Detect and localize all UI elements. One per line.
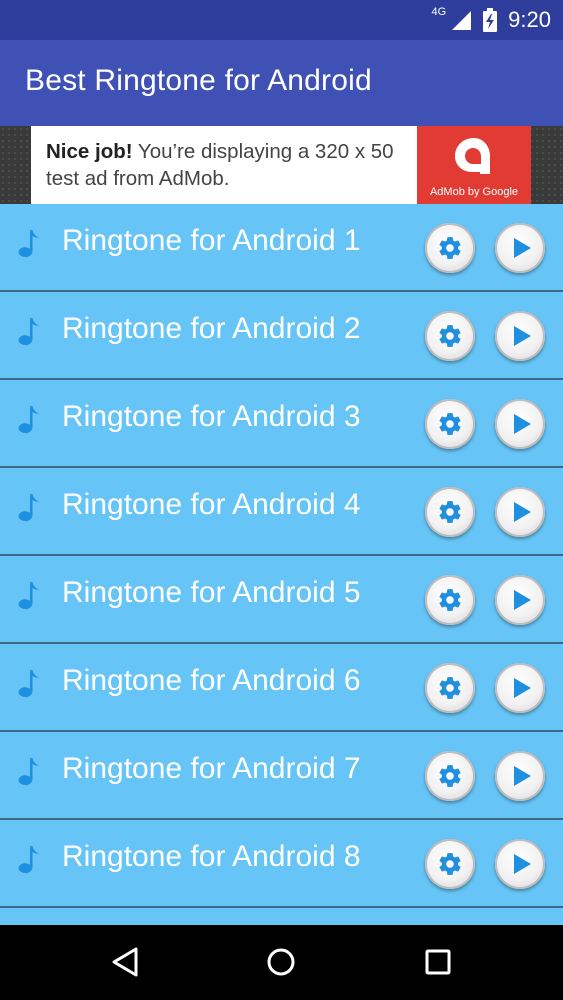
play-button[interactable] [495,575,545,625]
music-note-icon [16,492,42,522]
list-item[interactable]: Ringtone for Android 3 [0,380,563,468]
music-note-icon [16,756,42,786]
ringtone-list: Ringtone for Android 1 Ringtone for Andr… [0,204,563,996]
ringtone-label: Ringtone for Android 1 [62,224,361,257]
ringtone-label: Ringtone for Android 4 [62,488,361,521]
home-icon[interactable] [263,944,299,980]
app-bar: Best Ringtone for Android [0,40,563,126]
list-item[interactable]: Ringtone for Android 1 [0,204,563,292]
play-icon [514,590,531,610]
status-bar: 4G 9:20 [0,0,563,40]
settings-button[interactable] [425,487,475,537]
gear-icon [439,765,461,787]
admob-caption: AdMob by Google [429,186,519,198]
music-note-icon [16,844,42,874]
settings-button[interactable] [425,311,475,361]
ringtone-label: Ringtone for Android 5 [62,576,361,609]
gear-icon [439,325,461,347]
play-button[interactable] [495,663,545,713]
settings-button[interactable] [425,751,475,801]
gear-icon [439,853,461,875]
navigation-bar [0,925,563,1000]
list-item[interactable]: Ringtone for Android 7 [0,732,563,820]
gear-icon [439,589,461,611]
list-item[interactable]: Ringtone for Android 6 [0,644,563,732]
play-button[interactable] [495,399,545,449]
list-item[interactable]: Ringtone for Android 5 [0,556,563,644]
ad-text: Nice job! You’re displaying a 320 x 50 t… [46,138,416,192]
back-icon[interactable] [108,944,144,980]
play-icon [514,678,531,698]
status-indicators: 4G 9:20 [431,0,551,40]
play-icon [514,238,531,258]
play-button[interactable] [495,751,545,801]
signal-icon [452,11,472,30]
ad-headline: Nice job! [46,140,133,163]
gear-icon [439,677,461,699]
list-item[interactable]: Ringtone for Android 8 [0,820,563,908]
play-button[interactable] [495,487,545,537]
settings-button[interactable] [425,663,475,713]
gear-icon [439,413,461,435]
music-note-icon [16,668,42,698]
music-note-icon [16,580,42,610]
ringtone-label: Ringtone for Android 3 [62,400,361,433]
play-icon [514,502,531,522]
settings-button[interactable] [425,399,475,449]
ad-banner[interactable]: Nice job! You’re displaying a 320 x 50 t… [31,126,531,204]
play-button[interactable] [495,839,545,889]
settings-button[interactable] [425,575,475,625]
play-button[interactable] [495,223,545,273]
page-title: Best Ringtone for Android [25,64,372,97]
gear-icon [439,237,461,259]
network-type: 4G [431,6,447,18]
list-item[interactable]: Ringtone for Android 4 [0,468,563,556]
ringtone-label: Ringtone for Android 8 [62,840,361,873]
play-icon [514,766,531,786]
music-note-icon [16,228,42,258]
ringtone-label: Ringtone for Android 7 [62,752,361,785]
play-icon [514,414,531,434]
admob-logo: AdMob by Google [417,126,531,204]
ad-container: Nice job! You’re displaying a 320 x 50 t… [0,126,563,204]
music-note-icon [16,404,42,434]
settings-button[interactable] [425,223,475,273]
music-note-icon [16,316,42,346]
settings-button[interactable] [425,839,475,889]
recents-icon[interactable] [420,944,456,980]
admob-logo-icon [455,138,490,174]
play-icon [514,326,531,346]
list-item[interactable]: Ringtone for Android 2 [0,292,563,380]
clock: 9:20 [508,7,551,32]
play-icon [514,854,531,874]
ringtone-label: Ringtone for Android 6 [62,664,361,697]
ringtone-label: Ringtone for Android 2 [62,312,361,345]
gear-icon [439,501,461,523]
play-button[interactable] [495,311,545,361]
battery-icon [483,8,498,32]
